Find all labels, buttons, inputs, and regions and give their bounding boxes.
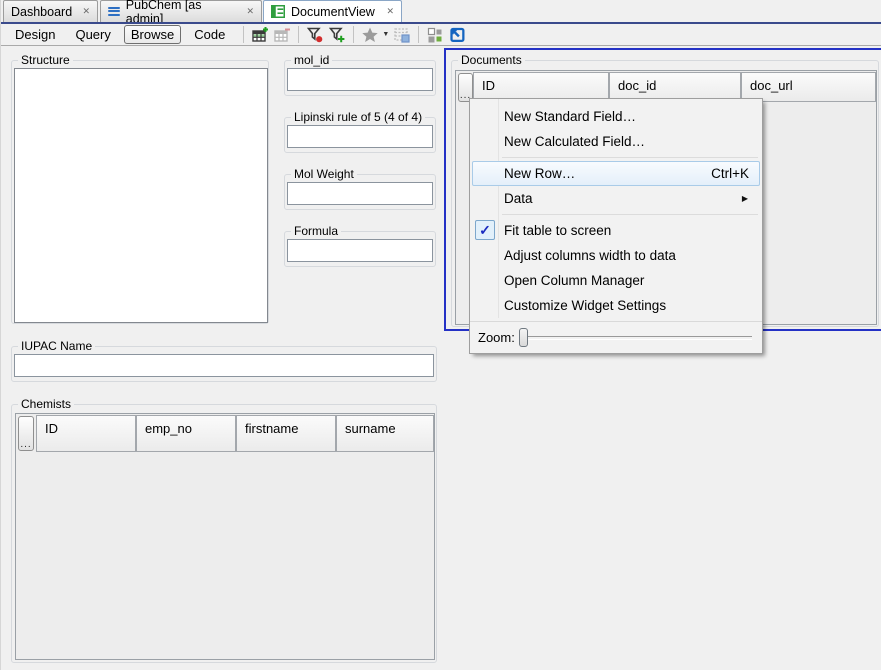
lipinski-label: Lipinski rule of 5 (4 of 4) — [291, 110, 425, 124]
zoom-slider-handle[interactable] — [519, 328, 528, 347]
favorites-star-icon[interactable] — [361, 26, 379, 44]
lipinski-group: Lipinski rule of 5 (4 of 4) — [284, 117, 436, 153]
add-record-icon[interactable] — [251, 26, 269, 44]
structure-group: Structure — [11, 60, 269, 324]
tab-pubchem[interactable]: PubChem [as admin] ✕ — [100, 0, 262, 22]
chemists-table[interactable]: ... ID emp_no firstname surname — [15, 413, 435, 660]
menu-item-open-column-manager[interactable]: Open Column Manager — [472, 268, 760, 293]
zoom-slider-track[interactable] — [528, 336, 752, 340]
formula-group: Formula — [284, 231, 436, 267]
chemists-col-emp-no[interactable]: emp_no — [136, 415, 236, 452]
menu-item-data[interactable]: Data ▶ — [472, 186, 760, 211]
chemists-label: Chemists — [18, 397, 74, 411]
menu-separator — [502, 214, 758, 215]
chemists-col-surname[interactable]: surname — [336, 415, 434, 452]
design-mode-button[interactable]: Design — [8, 25, 62, 44]
mol-id-group: mol_id — [284, 60, 436, 96]
menu-item-new-row[interactable]: New Row… Ctrl+K — [472, 161, 760, 186]
table-context-menu: New Standard Field… New Calculated Field… — [469, 98, 763, 354]
toolbar-separator — [418, 26, 419, 43]
favorites-dropdown-icon[interactable]: ▼ — [382, 31, 389, 38]
mol-weight-field[interactable] — [287, 182, 433, 205]
chemists-corner-button[interactable]: ... — [18, 416, 34, 451]
tab-documentview-close-icon[interactable]: ✕ — [386, 7, 394, 16]
menu-item-fit-table-to-screen[interactable]: ✓ Fit table to screen — [472, 218, 760, 243]
submenu-arrow-icon: ▶ — [742, 194, 748, 203]
document-view-window: Dashboard ✕ PubChem [as admin] ✕ Documen… — [0, 0, 881, 670]
tab-bar: Dashboard ✕ PubChem [as admin] ✕ Documen… — [1, 0, 881, 24]
form-view-icon — [271, 5, 285, 18]
formula-field[interactable] — [287, 239, 433, 262]
structure-editor[interactable] — [14, 68, 268, 323]
lipinski-field[interactable] — [287, 125, 433, 148]
tab-dashboard[interactable]: Dashboard ✕ — [3, 0, 98, 22]
iupac-label: IUPAC Name — [18, 339, 95, 353]
zoom-label: Zoom: — [478, 330, 515, 345]
hamburger-icon — [108, 7, 120, 17]
query-mode-button[interactable]: Query — [68, 25, 117, 44]
mol-weight-label: Mol Weight — [291, 167, 357, 181]
delete-record-icon[interactable] — [273, 26, 291, 44]
mol-weight-group: Mol Weight — [284, 174, 436, 210]
mol-id-label: mol_id — [291, 53, 332, 67]
tab-dashboard-close-icon[interactable]: ✕ — [82, 7, 90, 16]
add-filter-icon[interactable] — [328, 26, 346, 44]
menu-item-new-standard-field[interactable]: New Standard Field… — [472, 104, 760, 129]
documents-label: Documents — [458, 53, 525, 67]
menu-item-customize-widget-settings[interactable]: Customize Widget Settings — [472, 293, 760, 318]
tab-documentview-label: DocumentView — [291, 5, 375, 19]
iupac-field[interactable] — [14, 354, 434, 377]
chemists-group: Chemists ... ID emp_no firstname surname — [11, 404, 437, 663]
structure-label: Structure — [18, 53, 73, 67]
mol-id-field[interactable] — [287, 68, 433, 91]
checkmark-icon: ✓ — [475, 220, 495, 240]
toolbar-separator — [353, 26, 354, 43]
iupac-group: IUPAC Name — [11, 346, 437, 382]
browse-mode-button[interactable]: Browse — [124, 25, 181, 44]
open-sql-editor-icon[interactable] — [448, 26, 466, 44]
menu-shortcut-new-row: Ctrl+K — [711, 166, 749, 181]
menu-separator — [502, 157, 758, 158]
formula-label: Formula — [291, 224, 341, 238]
toolbar-separator — [298, 26, 299, 43]
save-grid-changes-icon[interactable] — [393, 26, 411, 44]
toolbar-separator — [243, 26, 244, 43]
code-mode-button[interactable]: Code — [187, 25, 232, 44]
chemists-col-firstname[interactable]: firstname — [236, 415, 336, 452]
menu-item-new-calculated-field[interactable]: New Calculated Field… — [472, 129, 760, 154]
filter-icon[interactable] — [306, 26, 324, 44]
chemists-col-id[interactable]: ID — [36, 415, 136, 452]
tab-dashboard-label: Dashboard — [11, 5, 72, 19]
menu-item-adjust-columns-width[interactable]: Adjust columns width to data — [472, 243, 760, 268]
toolbar: Design Query Browse Code — [1, 24, 881, 46]
tab-pubchem-close-icon[interactable]: ✕ — [246, 7, 254, 16]
tab-documentview[interactable]: DocumentView ✕ — [263, 0, 402, 22]
menu-zoom-row: Zoom: — [470, 321, 762, 353]
panel-layout-icon[interactable] — [426, 26, 444, 44]
